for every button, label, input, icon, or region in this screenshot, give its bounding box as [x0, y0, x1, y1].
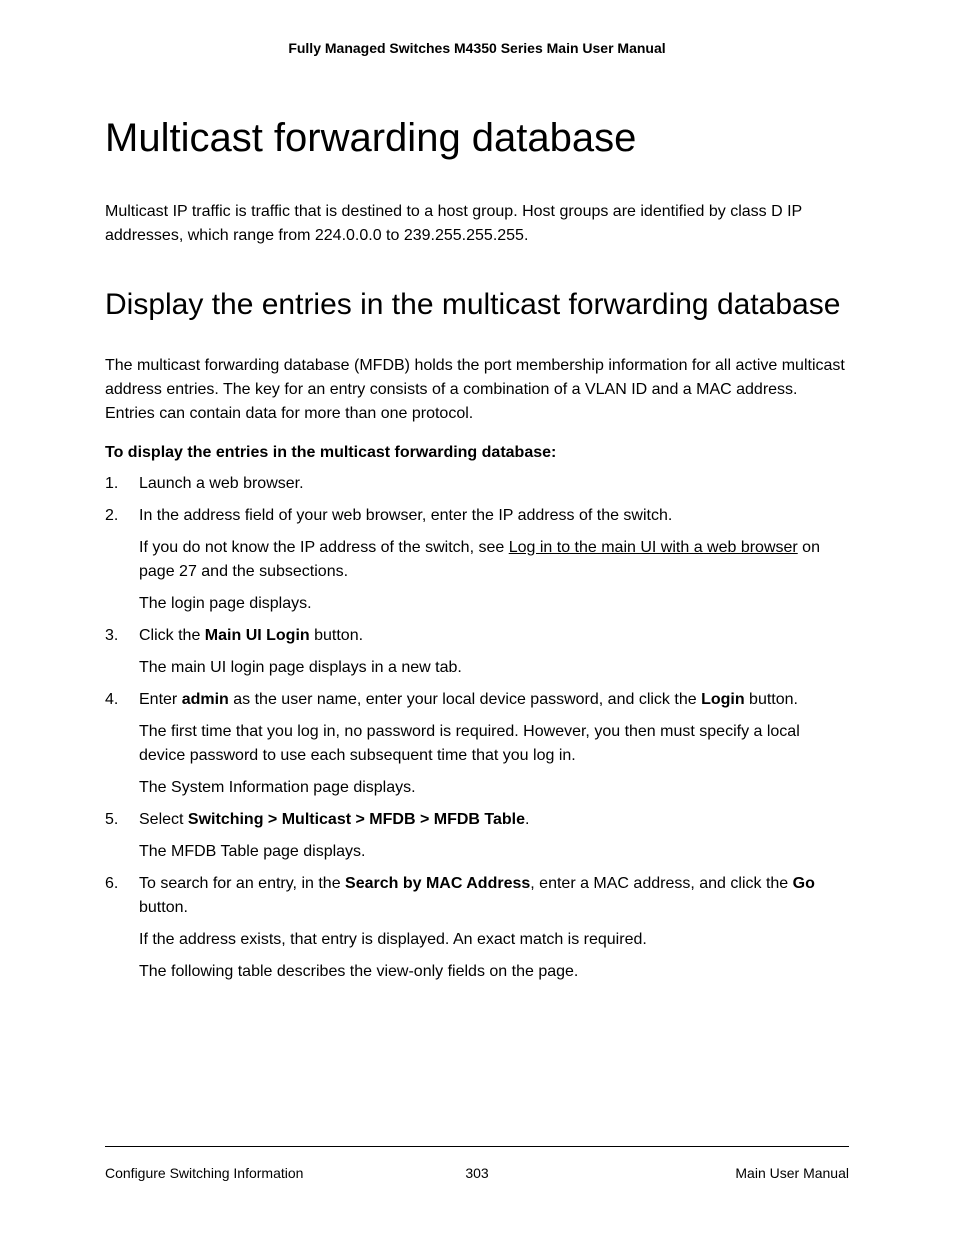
step-text: Launch a web browser. — [139, 475, 304, 492]
step-result: The MFDB Table page displays. — [139, 840, 849, 864]
page-footer: Configure Switching Information 303 Main… — [105, 1146, 849, 1181]
ui-element-label: Go — [793, 875, 815, 892]
page-header: Fully Managed Switches M4350 Series Main… — [105, 40, 849, 56]
page-title: Multicast forwarding database — [105, 114, 849, 162]
ui-element-label: Login — [701, 691, 745, 708]
intro-paragraph: Multicast IP traffic is traffic that is … — [105, 200, 849, 248]
description-paragraph: The multicast forwarding database (MFDB)… — [105, 354, 849, 426]
list-item: Select Switching > Multicast > MFDB > MF… — [105, 808, 849, 864]
step-result: The main UI login page displays in a new… — [139, 656, 849, 680]
list-item: Enter admin as the user name, enter your… — [105, 688, 849, 800]
cross-reference-link[interactable]: Log in to the main UI with a web browser — [509, 539, 798, 556]
ui-element-label: Search by MAC Address — [345, 875, 530, 892]
step-note: If the address exists, that entry is dis… — [139, 928, 849, 952]
footer-left: Configure Switching Information — [105, 1165, 303, 1181]
list-item: Click the Main UI Login button. The main… — [105, 624, 849, 680]
procedure-heading: To display the entries in the multicast … — [105, 444, 849, 462]
list-item: Launch a web browser. — [105, 472, 849, 496]
ui-menu-path: Switching > Multicast > MFDB > MFDB Tabl… — [188, 811, 525, 828]
ui-element-label: Main UI Login — [205, 627, 310, 644]
page-number: 303 — [465, 1165, 488, 1181]
ui-element-label: admin — [182, 691, 229, 708]
procedure-list: Launch a web browser. In the address fie… — [105, 472, 849, 984]
step-text: In the address field of your web browser… — [139, 507, 672, 524]
list-item: In the address field of your web browser… — [105, 504, 849, 616]
step-note: The first time that you log in, no passw… — [139, 720, 849, 768]
step-result: The login page displays. — [139, 592, 849, 616]
step-result: The System Information page displays. — [139, 776, 849, 800]
list-item: To search for an entry, in the Search by… — [105, 872, 849, 984]
step-sub-text: If you do not know the IP address of the… — [139, 536, 849, 584]
step-result: The following table describes the view-o… — [139, 960, 849, 984]
section-heading: Display the entries in the multicast for… — [105, 286, 849, 324]
footer-right: Main User Manual — [735, 1165, 849, 1181]
